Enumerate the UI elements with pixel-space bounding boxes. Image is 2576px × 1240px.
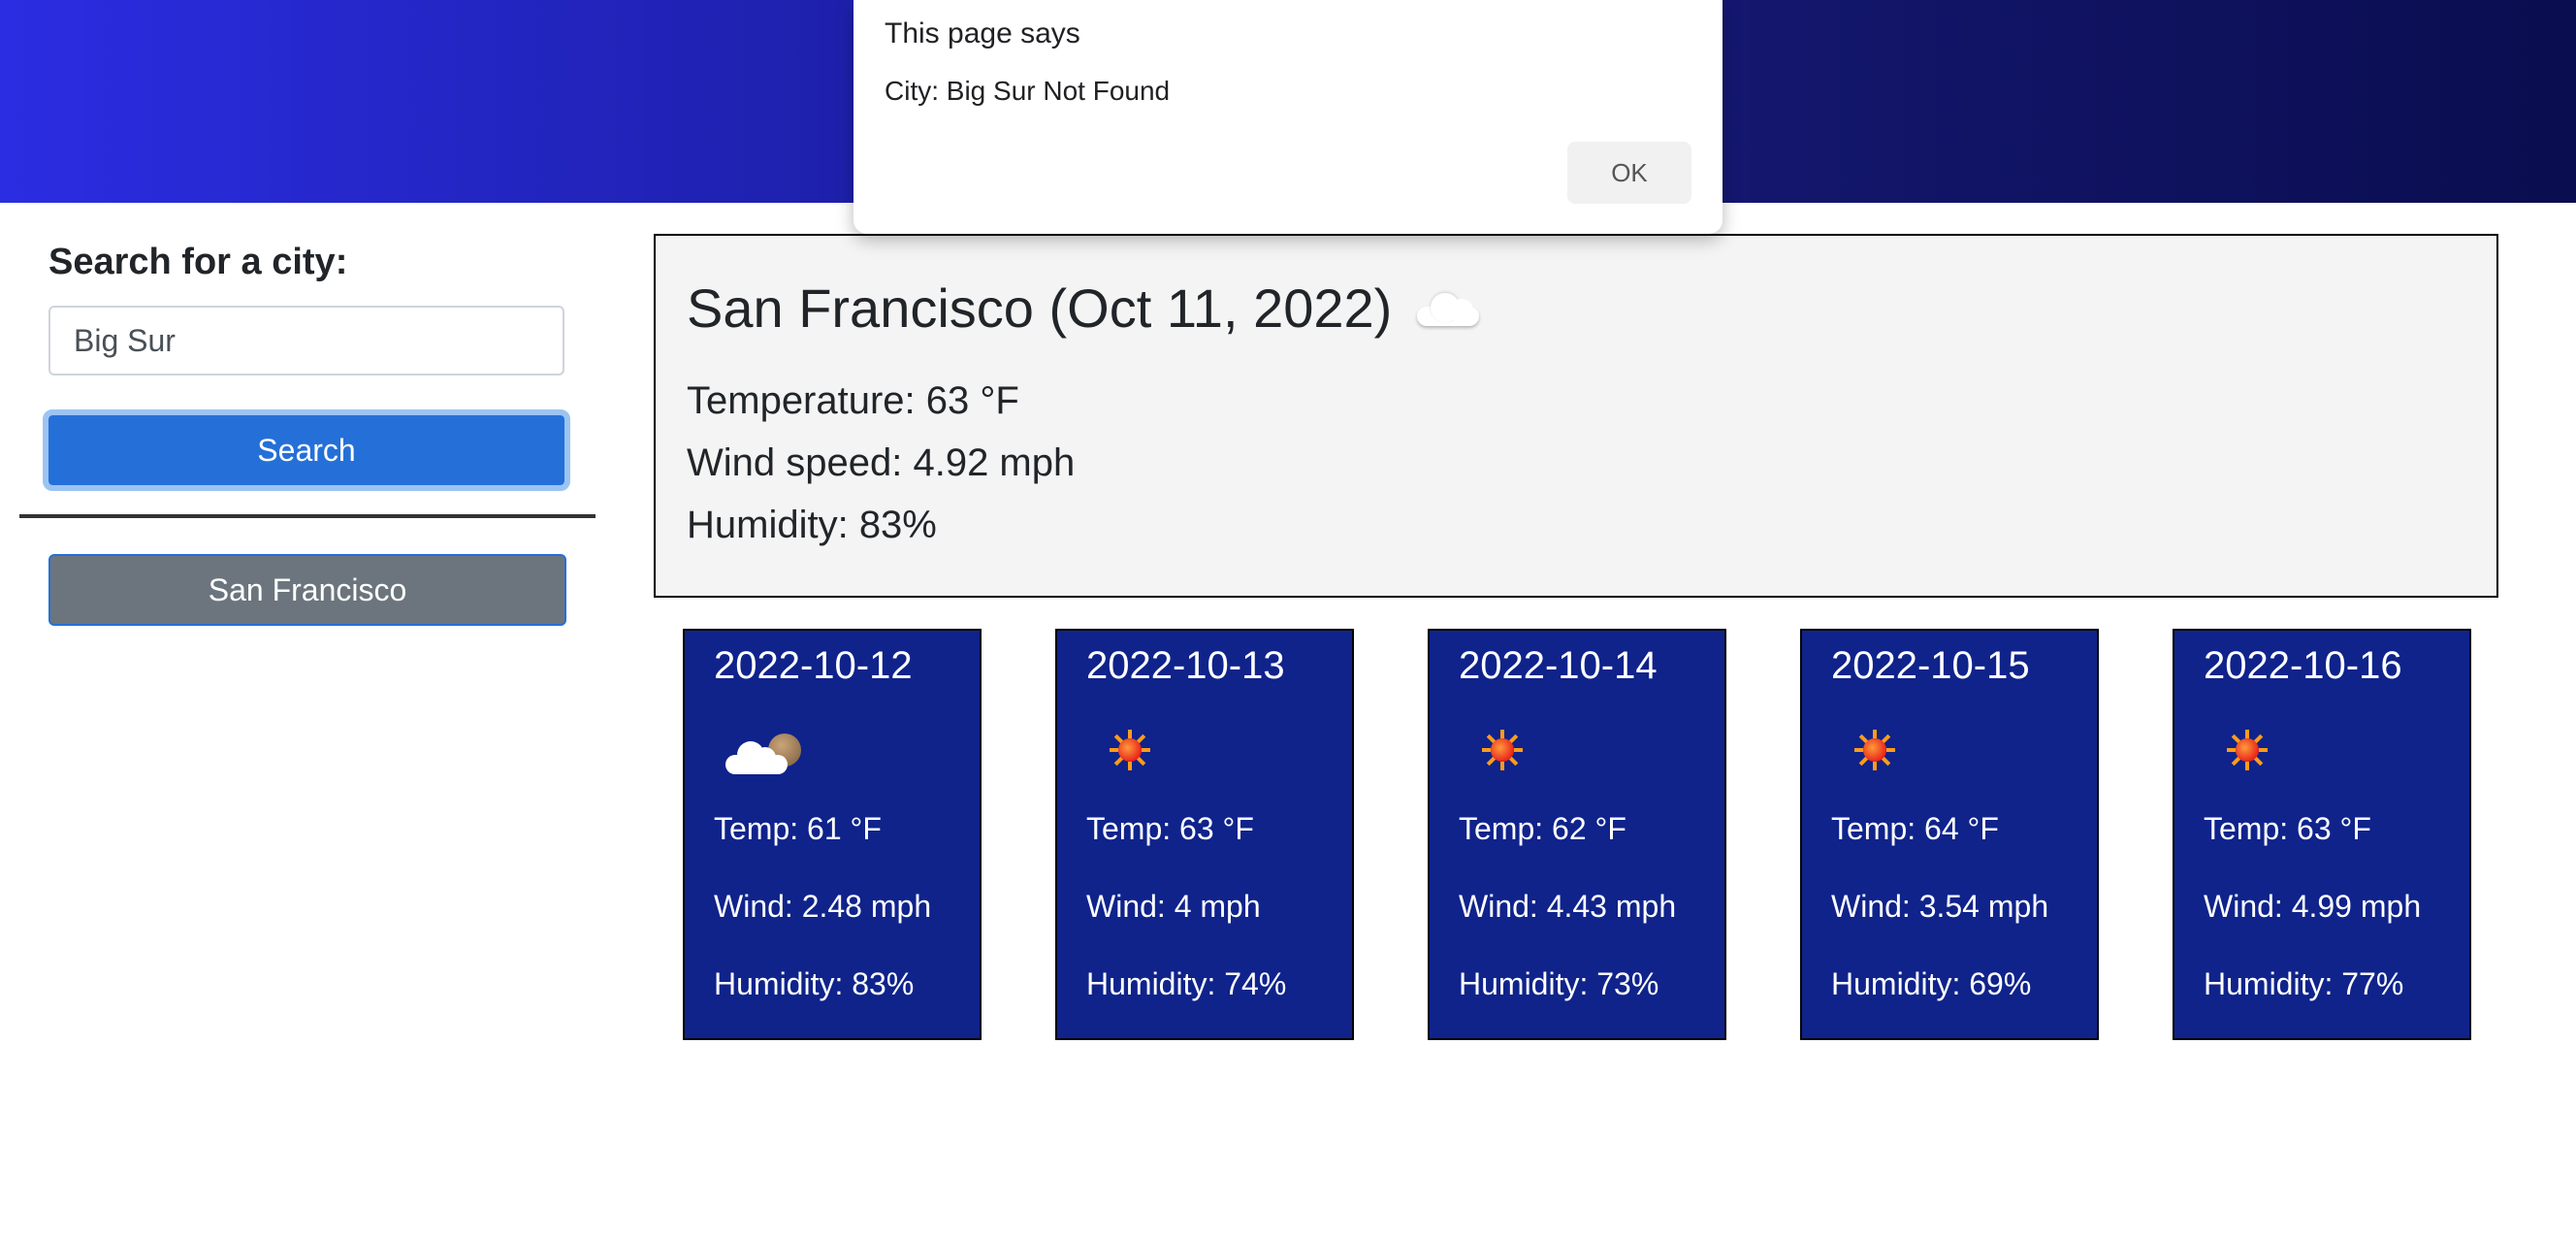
forecast-date: 2022-10-14 — [1459, 644, 1658, 687]
forecast-card: 2022-10-13 Temp: 63 °F Wind: 4 mph Humid… — [1055, 629, 1354, 1040]
dialog-message: City: Big Sur Not Found — [885, 76, 1171, 106]
forecast-temp: Temp: 62 °F — [1459, 811, 1626, 846]
partly-cloudy-icon — [720, 720, 801, 778]
sun-icon — [2209, 720, 2287, 778]
forecast-wind: Wind: 4.99 mph — [2204, 889, 2422, 924]
current-humidity: Humidity: 83% — [687, 504, 937, 546]
current-city-date: San Francisco (Oct 11, 2022) — [687, 277, 1393, 339]
history-button-san-francisco[interactable]: San Francisco — [48, 554, 566, 626]
forecast-wind: Wind: 2.48 mph — [714, 889, 932, 924]
forecast-card: 2022-10-16 Temp: 63 °F Wind: 4.99 mph Hu… — [2173, 629, 2471, 1040]
forecast-temp: Temp: 63 °F — [2204, 811, 2371, 846]
forecast-temp: Temp: 61 °F — [714, 811, 882, 846]
alert-dialog: This page says City: Big Sur Not Found O… — [853, 0, 1723, 234]
forecast-card: 2022-10-14 Temp: 62 °F Wind: 4.43 mph Hu… — [1428, 629, 1726, 1040]
forecast-humidity: Humidity: 69% — [1831, 966, 2032, 1001]
dialog-title: This page says — [885, 17, 1080, 49]
city-search-input[interactable] — [48, 306, 564, 375]
sun-icon — [1465, 720, 1542, 778]
search-label: Search for a city: — [48, 242, 348, 282]
forecast-card: 2022-10-12 Temp: 61 °F Wind: 2.48 mph Hu… — [683, 629, 982, 1040]
current-weather-title: San Francisco (Oct 11, 2022) — [687, 277, 1483, 340]
forecast-date: 2022-10-16 — [2204, 644, 2402, 687]
forecast-card: 2022-10-15 Temp: 64 °F Wind: 3.54 mph Hu… — [1800, 629, 2099, 1040]
forecast-temp: Temp: 64 °F — [1831, 811, 1999, 846]
forecast-temp: Temp: 63 °F — [1086, 811, 1254, 846]
dialog-ok-button[interactable]: OK — [1567, 142, 1691, 204]
sidebar-divider — [19, 514, 596, 518]
forecast-date: 2022-10-13 — [1086, 644, 1285, 687]
forecast-date: 2022-10-12 — [714, 644, 913, 687]
current-weather-card: San Francisco (Oct 11, 2022) Temperature… — [654, 234, 2498, 598]
forecast-wind: Wind: 4 mph — [1086, 889, 1261, 924]
forecast-wind: Wind: 4.43 mph — [1459, 889, 1677, 924]
current-wind: Wind speed: 4.92 mph — [687, 441, 1076, 484]
sun-icon — [1092, 720, 1170, 778]
forecast-humidity: Humidity: 77% — [2204, 966, 2404, 1001]
sun-icon — [1837, 720, 1915, 778]
forecast-humidity: Humidity: 73% — [1459, 966, 1659, 1001]
search-button[interactable]: Search — [43, 409, 570, 491]
forecast-humidity: Humidity: 83% — [714, 966, 915, 1001]
forecast-date: 2022-10-15 — [1831, 644, 2030, 687]
cloud-icon — [1413, 289, 1483, 328]
forecast-wind: Wind: 3.54 mph — [1831, 889, 2049, 924]
current-temperature: Temperature: 63 °F — [687, 379, 1019, 422]
forecast-humidity: Humidity: 74% — [1086, 966, 1287, 1001]
